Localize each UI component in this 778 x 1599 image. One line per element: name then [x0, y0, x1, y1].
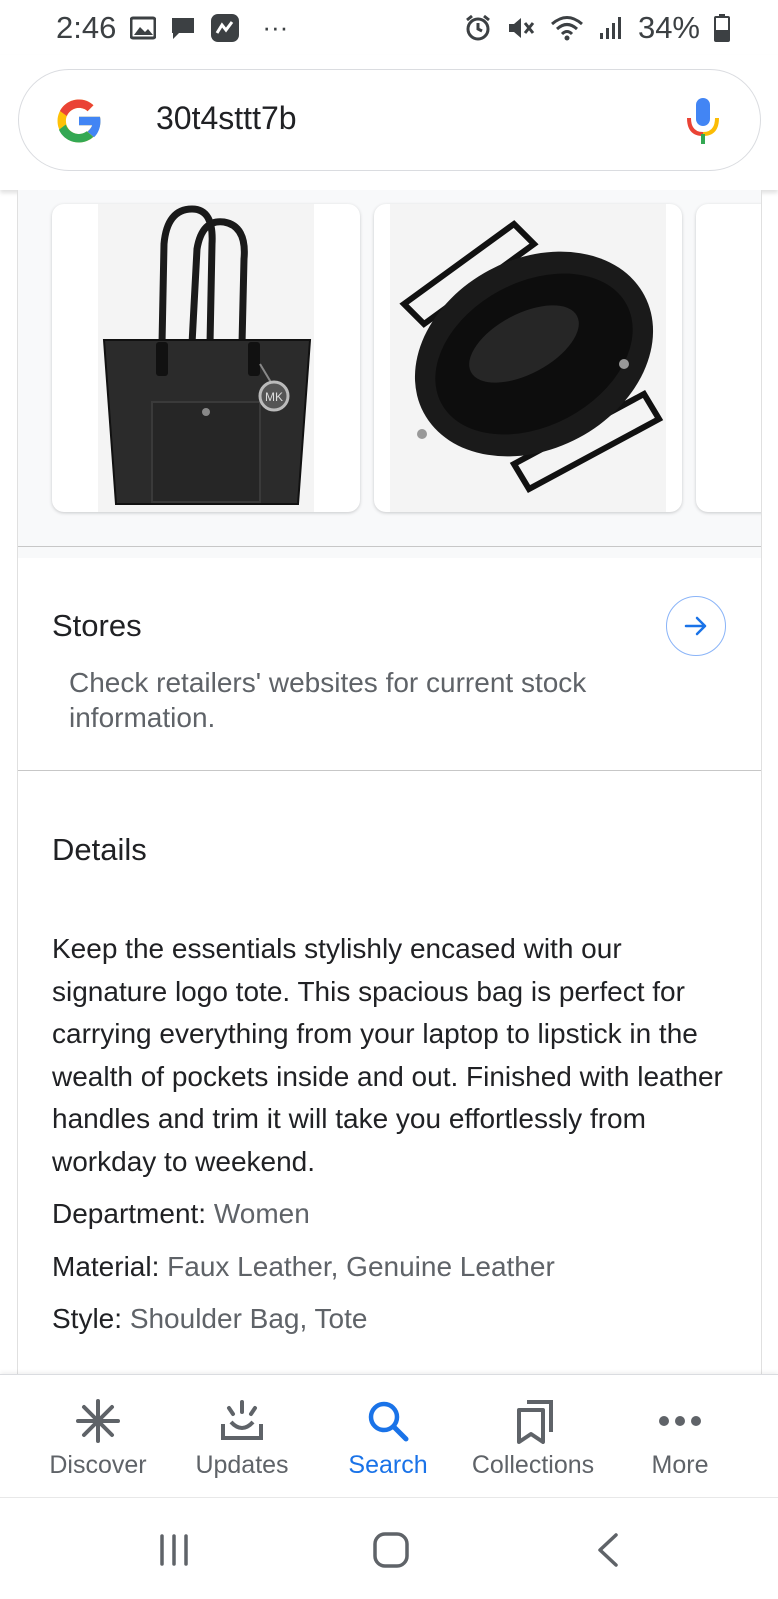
attr-label: Style	[52, 1303, 115, 1334]
attr-department: Department: Women	[52, 1198, 310, 1229]
bottom-nav: Discover Updates Search Collections More	[0, 1374, 778, 1497]
microphone-icon[interactable]	[684, 96, 722, 146]
image-carousel[interactable]: MK	[18, 190, 761, 558]
nav-discover[interactable]: Discover	[23, 1375, 173, 1498]
mute-icon	[506, 14, 536, 42]
product-panel: MK Stores Check retailers' websites for …	[17, 190, 762, 1374]
tote-bag-open-image	[399, 220, 664, 493]
attr-value: Faux Leather, Genuine Leather	[167, 1251, 555, 1282]
nav-updates[interactable]: Updates	[167, 1375, 317, 1498]
attr-value: Shoulder Bag, Tote	[129, 1303, 368, 1334]
back-button[interactable]	[584, 1528, 632, 1572]
attr-label: Department	[52, 1198, 199, 1229]
stores-heading: Stores	[52, 608, 142, 643]
more-dots-icon	[656, 1397, 704, 1445]
home-button[interactable]	[367, 1528, 415, 1572]
details-heading: Details	[52, 832, 147, 867]
divider	[18, 546, 761, 547]
system-nav-bar	[0, 1497, 778, 1599]
search-header: 30t4sttt7b	[0, 55, 778, 190]
tote-bag-front-image: MK	[102, 205, 312, 505]
nav-more[interactable]: More	[605, 1375, 755, 1498]
status-more-icon: ···	[262, 12, 289, 42]
status-right: 34%	[464, 10, 730, 46]
attr-value: Women	[213, 1198, 310, 1229]
alarm-icon	[464, 14, 492, 42]
google-logo-icon[interactable]	[51, 93, 107, 149]
battery-percent: 34%	[637, 9, 700, 45]
product-image-front[interactable]: MK	[52, 204, 360, 512]
recent-apps-icon	[160, 1534, 188, 1566]
arrow-right-icon	[684, 616, 707, 636]
nav-collections[interactable]: Collections	[458, 1375, 608, 1498]
home-icon	[373, 1532, 409, 1568]
stores-info-text: Check retailers' websites for current st…	[69, 667, 587, 733]
updates-icon	[218, 1397, 266, 1445]
wifi-icon	[550, 14, 584, 42]
gallery-icon	[130, 16, 157, 40]
search-query-input[interactable]: 30t4sttt7b	[156, 100, 297, 137]
collections-icon	[509, 1397, 557, 1445]
nav-label: Search	[348, 1451, 428, 1479]
attr-label: Material	[52, 1251, 152, 1282]
search-bar[interactable]: 30t4sttt7b	[18, 69, 761, 171]
battery-icon	[714, 13, 730, 42]
status-left: 2:46 ···	[56, 10, 288, 46]
activity-app-icon	[210, 13, 240, 43]
back-icon	[598, 1533, 618, 1567]
nav-label: Updates	[195, 1451, 289, 1479]
search-icon	[364, 1397, 412, 1445]
status-time: 2:46	[56, 9, 117, 45]
product-image-partial[interactable]	[696, 204, 761, 512]
nav-label: Discover	[49, 1451, 147, 1479]
status-bar: 2:46 ··· 34%	[0, 0, 778, 55]
nav-search[interactable]: Search	[313, 1375, 463, 1498]
attr-style: Style: Shoulder Bag, Tote	[52, 1303, 368, 1334]
message-icon	[170, 15, 196, 41]
details-description: Keep the essentials stylishly encased wi…	[52, 933, 723, 1177]
product-image-open[interactable]	[374, 204, 682, 512]
asterisk-icon	[74, 1397, 122, 1445]
divider	[18, 770, 761, 771]
stores-arrow-button[interactable]	[666, 596, 726, 656]
signal-icon	[598, 15, 624, 41]
svg-text:MK: MK	[265, 390, 283, 404]
attr-material: Material: Faux Leather, Genuine Leather	[52, 1251, 555, 1282]
recent-apps-button[interactable]	[150, 1528, 198, 1572]
nav-label: Collections	[471, 1451, 595, 1479]
nav-label: More	[651, 1451, 709, 1479]
